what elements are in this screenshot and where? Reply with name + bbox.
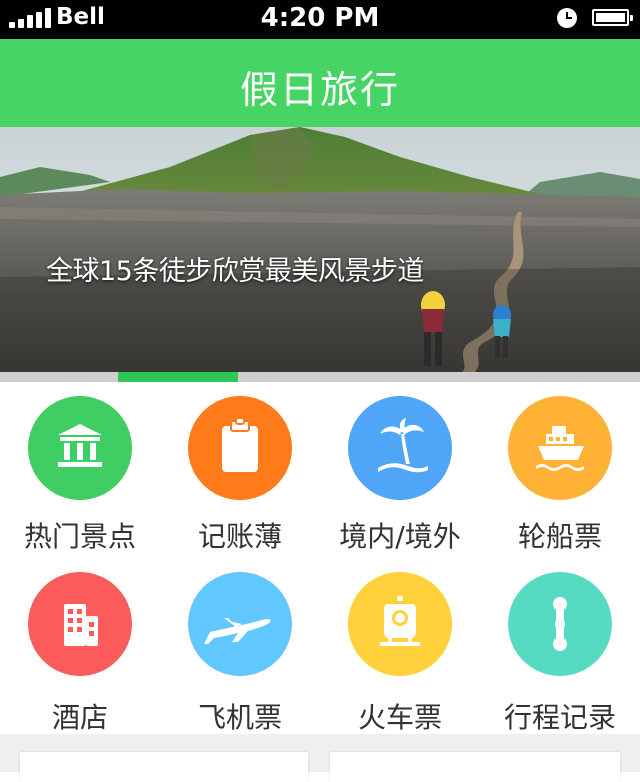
preview-card[interactable]: [20, 752, 308, 782]
menu-item-label: 火车票: [357, 701, 442, 734]
menu-item[interactable]: 轮船票: [480, 382, 640, 558]
hotel-icon: [28, 572, 132, 676]
menu-item[interactable]: 热门景点: [0, 382, 160, 558]
status-time: 4:20 PM: [260, 3, 380, 33]
menu-item[interactable]: 行程记录: [480, 558, 640, 734]
status-bar: Bell 4:20 PM: [0, 0, 640, 39]
palm-tree-icon: [348, 396, 452, 500]
menu-item[interactable]: 境内/境外: [320, 382, 480, 558]
menu-item[interactable]: 记账薄: [160, 382, 320, 558]
menu-item-label: 记账薄: [197, 520, 282, 553]
clipboard-icon: [188, 396, 292, 500]
menu-item-label: 境内/境外: [339, 520, 461, 553]
menu-item-label: 轮船票: [517, 520, 602, 553]
menu-item-label: 飞机票: [197, 701, 282, 734]
landmark-icon: [28, 396, 132, 500]
train-icon: [348, 572, 452, 676]
ship-icon: [508, 396, 612, 500]
menu-grid: 热门景点 记账薄 境内/境外 轮船票酒店 飞机票 火车票 行程记录: [0, 382, 640, 734]
clock-icon: [557, 8, 577, 28]
banner-active-indicator: [118, 372, 238, 382]
menu-item[interactable]: 酒店: [0, 558, 160, 734]
menu-item-label: 行程记录: [503, 701, 616, 734]
banner-page-indicator: [0, 372, 640, 382]
menu-item[interactable]: 飞机票: [160, 558, 320, 734]
content-preview-strip: [0, 734, 640, 782]
app-header: 假日旅行: [0, 39, 640, 127]
route-icon: [508, 572, 612, 676]
banner-carousel[interactable]: 全球15条徒步欣赏最美风景步道: [0, 127, 640, 372]
banner-caption: 全球15条徒步欣赏最美风景步道: [46, 256, 424, 287]
preview-card[interactable]: [330, 752, 620, 782]
airplane-icon: [188, 572, 292, 676]
menu-item-label: 酒店: [51, 701, 108, 734]
battery-icon: [592, 9, 633, 26]
menu-item[interactable]: 火车票: [320, 558, 480, 734]
page-title: 假日旅行: [239, 68, 400, 112]
menu-item-label: 热门景点: [23, 520, 136, 553]
